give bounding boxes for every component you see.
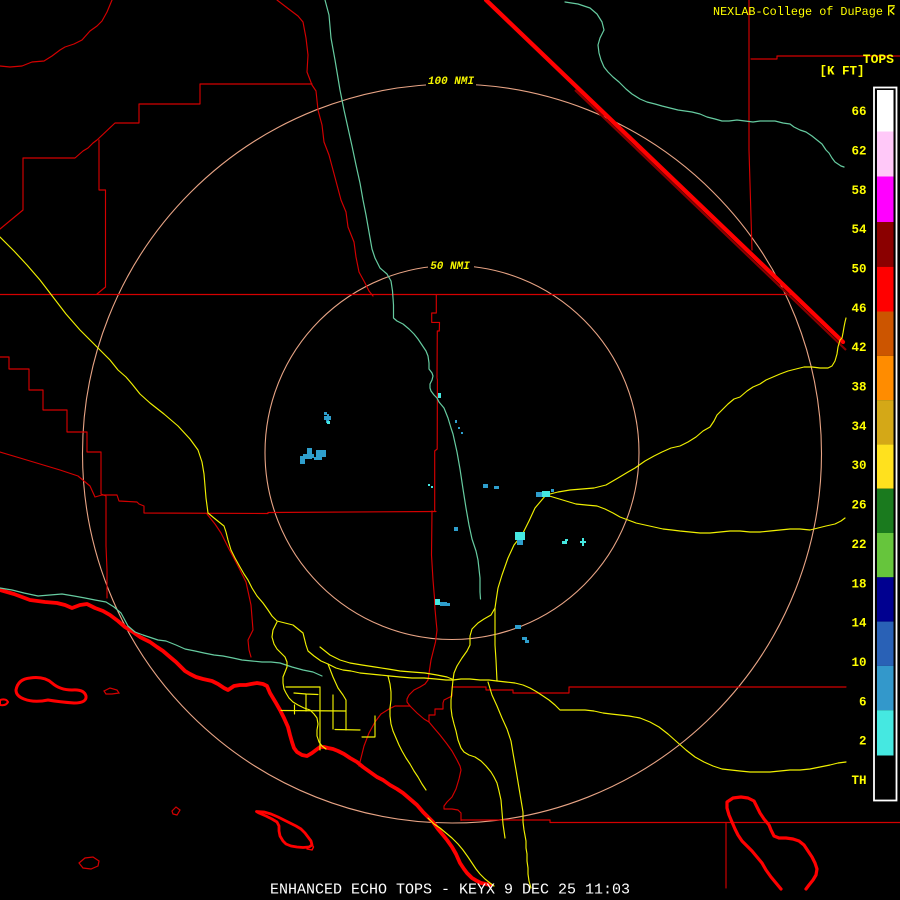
svg-text:10: 10	[851, 656, 866, 670]
svg-text:[K FT]: [K FT]	[819, 65, 864, 79]
svg-text:100 NMI: 100 NMI	[428, 76, 475, 88]
svg-text:TH: TH	[851, 774, 866, 788]
svg-text:26: 26	[851, 499, 866, 513]
svg-text:6: 6	[859, 695, 867, 709]
svg-text:62: 62	[851, 144, 866, 158]
svg-text:50 NMI: 50 NMI	[430, 261, 470, 273]
svg-text:58: 58	[851, 184, 866, 198]
svg-text:TOPS: TOPS	[863, 52, 894, 67]
svg-text:18: 18	[851, 577, 866, 591]
svg-text:34: 34	[851, 420, 867, 434]
svg-text:22: 22	[851, 538, 866, 552]
svg-text:NEXLAB-College of DuPage: NEXLAB-College of DuPage	[713, 5, 883, 19]
svg-text:2: 2	[859, 735, 867, 749]
svg-text:42: 42	[851, 341, 866, 355]
svg-text:50: 50	[851, 263, 866, 277]
svg-text:38: 38	[851, 381, 866, 395]
svg-text:54: 54	[851, 223, 867, 237]
svg-text:ENHANCED ECHO TOPS - KEYX 9 DE: ENHANCED ECHO TOPS - KEYX 9 DEC 25 11:03	[270, 882, 630, 899]
svg-text:14: 14	[851, 617, 867, 631]
svg-text:46: 46	[851, 302, 866, 316]
svg-text:66: 66	[851, 105, 866, 119]
svg-text:30: 30	[851, 459, 866, 473]
